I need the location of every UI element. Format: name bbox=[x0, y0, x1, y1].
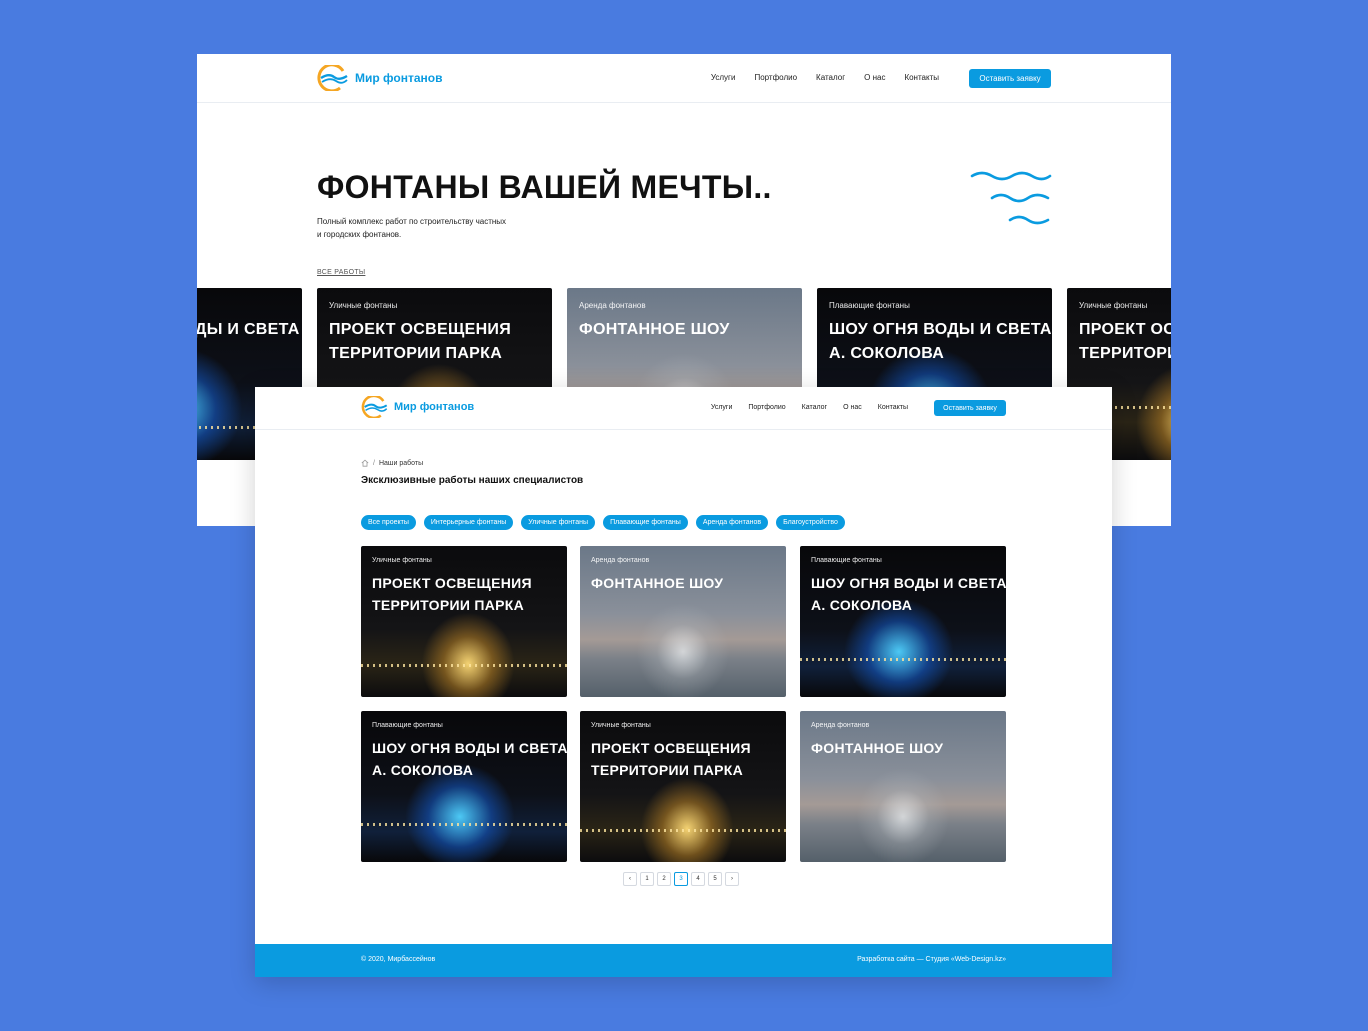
project-card[interactable]: Аренда фонтанов ФОНТАННОЕ ШОУ bbox=[580, 546, 786, 697]
card-title: ШОУ ОГНЯ ВОДЫ И СВЕТА А. СОКОЛОВА bbox=[811, 575, 1006, 613]
chevron-right-icon[interactable]: › bbox=[725, 872, 739, 886]
card-category: Уличные фонтаны bbox=[591, 722, 651, 729]
pagination: ‹ 1 2 3 4 5 › bbox=[623, 872, 739, 886]
request-button[interactable]: Оставить заявку bbox=[934, 400, 1006, 416]
card-title: ШОУ ОГНЯ ВОДЫ И СВЕТА А. СОКОЛОВА bbox=[372, 740, 567, 778]
project-card[interactable]: Аренда фонтанов ФОНТАННОЕ ШОУ bbox=[800, 711, 1006, 862]
site-header: Мир фонтанов Услуги Портфолио Каталог О … bbox=[197, 54, 1171, 103]
logo-icon bbox=[361, 396, 388, 418]
card-title: ПРОЕКТ ОСВЕЩЕНИЯТЕРРИТОРИИ ПАРКА bbox=[591, 740, 751, 778]
all-works-link[interactable]: ВСЕ РАБОТЫ bbox=[317, 269, 365, 276]
page-3-active[interactable]: 3 bbox=[674, 872, 688, 886]
project-card[interactable]: Плавающие фонтаны ШОУ ОГНЯ ВОДЫ И СВЕТА А… bbox=[800, 546, 1006, 697]
site-logo[interactable]: Мир фонтанов bbox=[360, 396, 474, 418]
project-card[interactable]: Уличные фонтаны ПРОЕКТ ОСВЕЩЕНИЯ ТЕРРИТОР… bbox=[361, 546, 567, 697]
project-card[interactable]: Плавающие фонтаны ШОУ ОГНЯ ВОДЫ И СВЕТА А… bbox=[361, 711, 567, 862]
filter-interior[interactable]: Интерьерные фонтаны bbox=[423, 515, 514, 530]
nav-services[interactable]: Услуги bbox=[711, 73, 736, 82]
main-nav: Услуги Портфолио Каталог О нас Контакты bbox=[711, 404, 908, 411]
project-card[interactable]: Уличные фонтаны ПРОЕКТ ОСВЕЩЕНИЯ ТЕРРИТОР… bbox=[580, 711, 786, 862]
card-category: Уличные фонтаны bbox=[329, 301, 398, 310]
filter-floating[interactable]: Плавающие фонтаны bbox=[603, 515, 688, 530]
card-category: Аренда фонтанов bbox=[811, 722, 870, 729]
card-title: ФОНТАННОЕ ШОУ bbox=[579, 321, 730, 338]
nav-services[interactable]: Услуги bbox=[711, 404, 733, 411]
card-category: Аренда фонтанов bbox=[591, 557, 650, 564]
filter-rent[interactable]: Аренда фонтанов bbox=[695, 515, 769, 530]
card-title: ПРОЕКТ ОСВЕЩЕНИЯТЕРРИТОРИИ ПАРКА bbox=[1079, 321, 1171, 362]
page-5[interactable]: 5 bbox=[708, 872, 722, 886]
page-title: Эксклюзивные работы наших специалистов bbox=[361, 475, 584, 486]
breadcrumb-separator: / bbox=[373, 459, 375, 467]
site-footer: © 2020, Мирбассейнов Разработка сайта — … bbox=[255, 944, 1112, 977]
site-header: Мир фонтанов Услуги Портфолио Каталог О … bbox=[255, 387, 1112, 430]
card-category: Плавающие фонтаны bbox=[811, 557, 882, 564]
filter-bar: Все проекты Интерьерные фонтаны Уличные … bbox=[361, 515, 845, 530]
home-icon[interactable] bbox=[361, 459, 369, 467]
nav-catalog[interactable]: Каталог bbox=[802, 404, 827, 411]
page-1[interactable]: 1 bbox=[640, 872, 654, 886]
logo-text: Мир фонтанов bbox=[394, 401, 475, 413]
card-category: Уличные фонтаны bbox=[372, 557, 432, 564]
card-title: ФОНТАННОЕ ШОУ bbox=[591, 575, 724, 591]
nav-portfolio[interactable]: Портфолио bbox=[748, 404, 785, 411]
hero-title: ФОНТАНЫ ВАШЕЙ МЕЧТЫ.. bbox=[317, 169, 772, 205]
hero-subtitle: Полный комплекс работ по строительству ч… bbox=[317, 217, 507, 239]
portfolio-page-screen: Мир фонтанов Услуги Портфолио Каталог О … bbox=[255, 387, 1112, 977]
card-category: Плавающие фонтаны bbox=[829, 301, 910, 310]
breadcrumb: / Наши работы bbox=[361, 459, 423, 467]
filter-landscaping[interactable]: Благоустройство bbox=[776, 515, 845, 530]
nav-portfolio[interactable]: Портфолио bbox=[754, 73, 797, 82]
nav-contacts[interactable]: Контакты bbox=[878, 404, 908, 411]
footer-developer-link[interactable]: Разработка сайта — Студия «Web-Design.kz… bbox=[857, 956, 1006, 963]
card-category: Аренда фонтанов bbox=[579, 301, 646, 310]
request-button[interactable]: Оставить заявку bbox=[969, 69, 1051, 88]
nav-contacts[interactable]: Контакты bbox=[904, 73, 939, 82]
site-logo[interactable]: Мир фонтанов bbox=[316, 65, 442, 91]
nav-about[interactable]: О нас bbox=[843, 404, 862, 411]
card-category: Плавающие фонтаны bbox=[372, 722, 443, 729]
filter-street[interactable]: Уличные фонтаны bbox=[521, 515, 596, 530]
chevron-left-icon[interactable]: ‹ bbox=[623, 872, 637, 886]
page-2[interactable]: 2 bbox=[657, 872, 671, 886]
card-title: ПРОЕКТ ОСВЕЩЕНИЯТЕРРИТОРИИ ПАРКА bbox=[329, 321, 512, 362]
filter-all[interactable]: Все проекты bbox=[361, 515, 416, 530]
main-nav: Услуги Портфолио Каталог О нас Контакты bbox=[711, 73, 939, 82]
card-title: ФОНТАННОЕ ШОУ bbox=[811, 740, 944, 756]
card-title: ПРОЕКТ ОСВЕЩЕНИЯТЕРРИТОРИИ ПАРКА bbox=[372, 575, 532, 613]
logo-icon bbox=[317, 65, 348, 91]
footer-copyright: © 2020, Мирбассейнов bbox=[361, 956, 436, 963]
nav-catalog[interactable]: Каталог bbox=[816, 73, 845, 82]
card-title: ШОУ ОГНЯ ВОДЫ И СВЕТА А. СОКОЛОВА bbox=[829, 321, 1052, 362]
card-title: ДЫ И СВЕТА bbox=[197, 321, 300, 338]
breadcrumb-current: Наши работы bbox=[378, 459, 424, 467]
logo-text: Мир фонтанов bbox=[355, 71, 443, 85]
page-4[interactable]: 4 bbox=[691, 872, 705, 886]
nav-about[interactable]: О нас bbox=[864, 73, 885, 82]
waves-icon bbox=[970, 171, 1052, 225]
card-category: Уличные фонтаны bbox=[1079, 301, 1148, 310]
